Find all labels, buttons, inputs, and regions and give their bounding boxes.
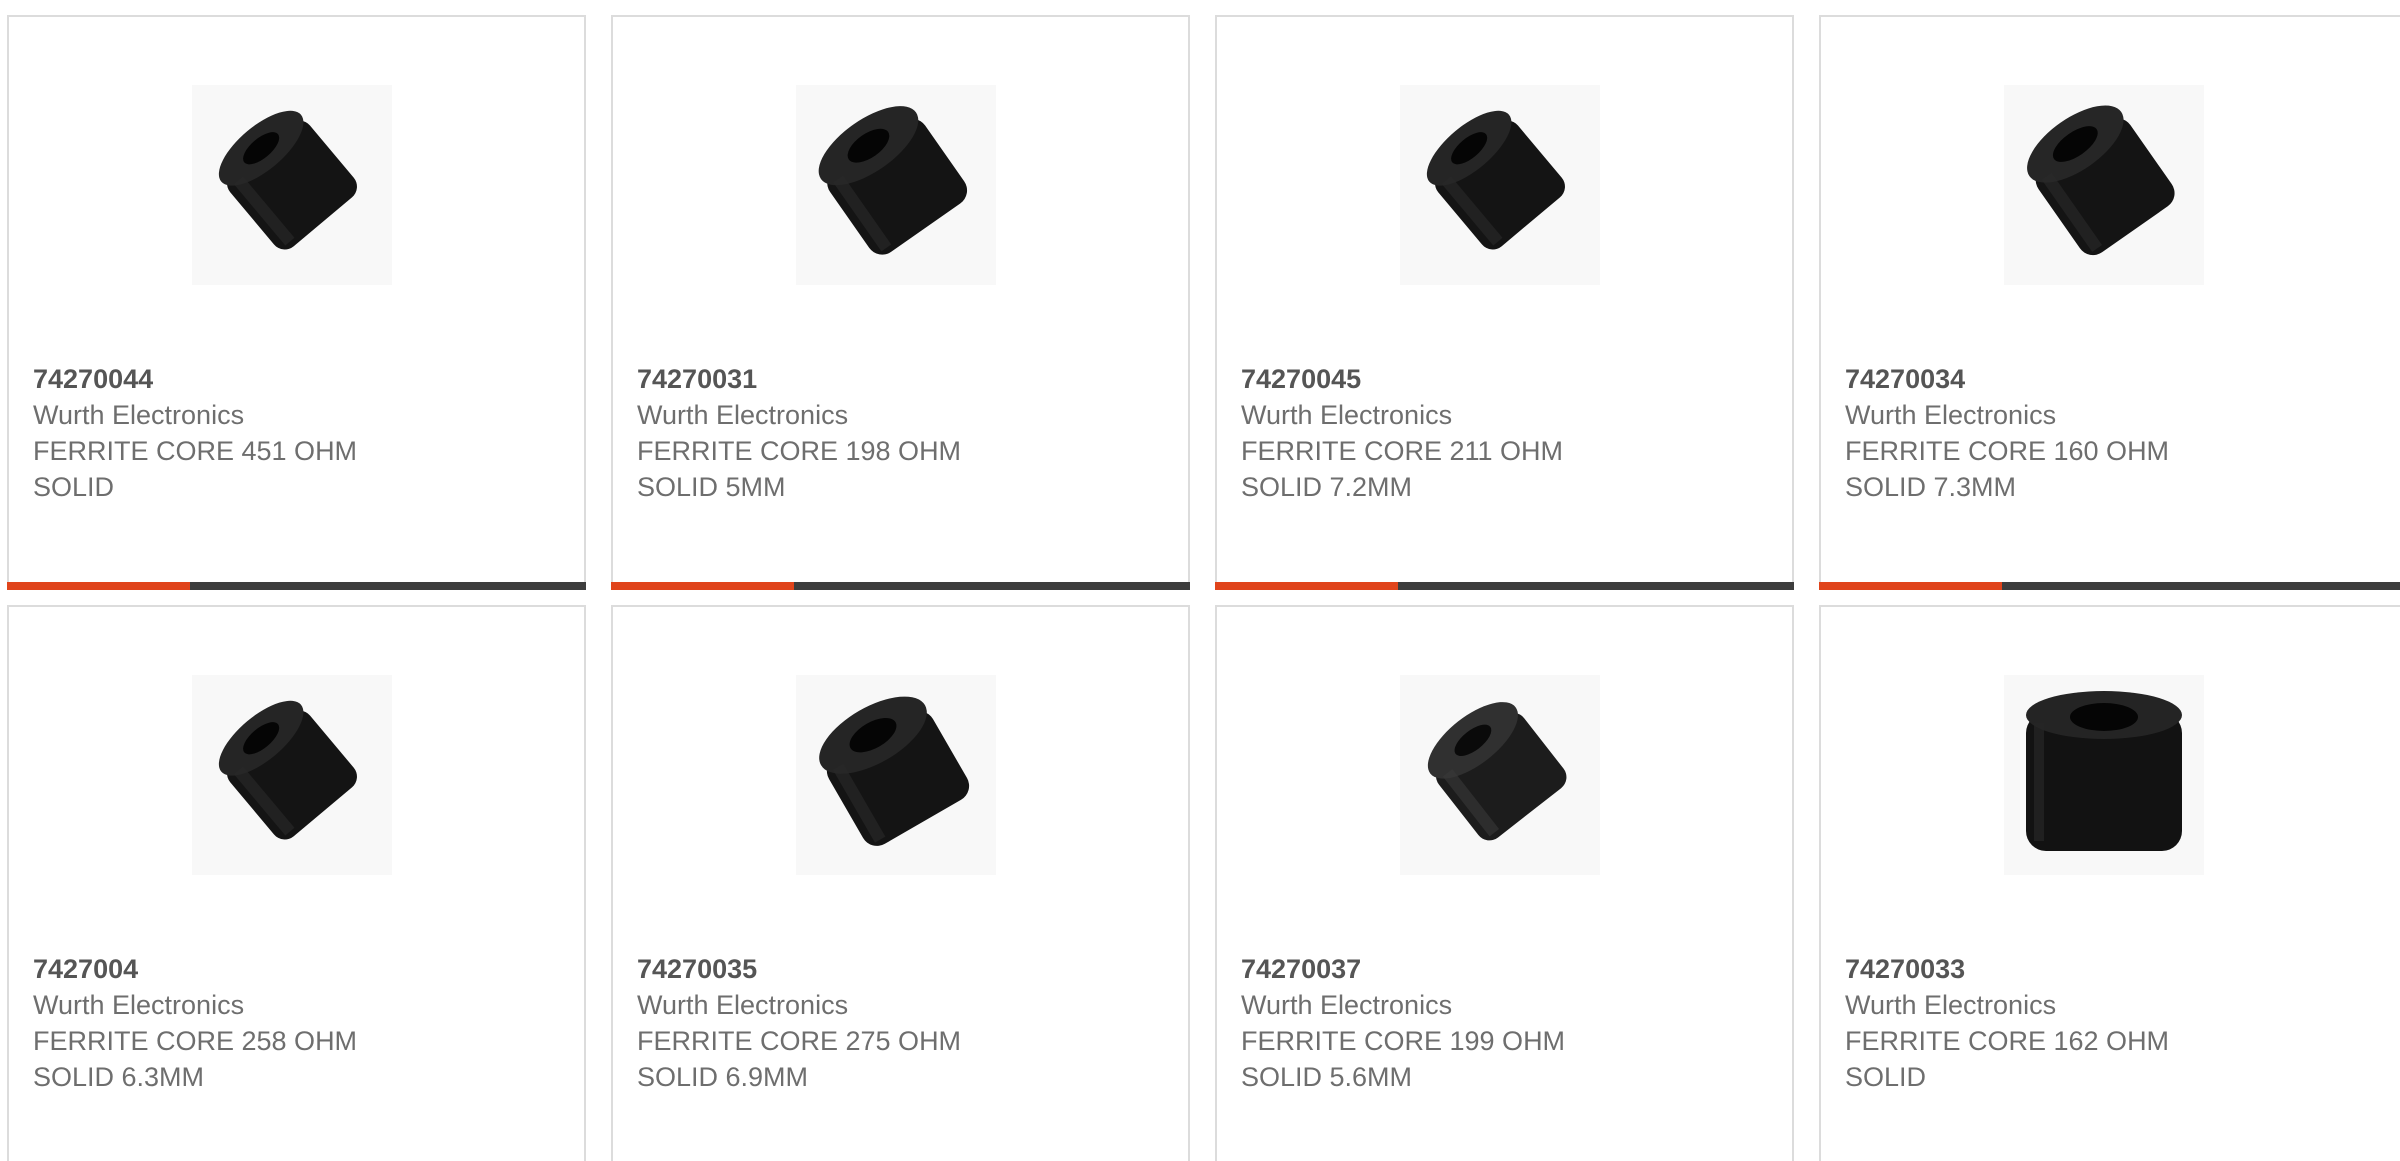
description-line1: FERRITE CORE 258 OHM (33, 1026, 358, 1056)
card-footer-bar (1215, 582, 1794, 590)
card-footer-bar (7, 582, 586, 590)
ferrite-core-icon (1400, 675, 1600, 875)
description-line2: SOLID 7.2MM (1241, 472, 1413, 502)
product-info: 74270044 Wurth Electronics FERRITE CORE … (33, 361, 357, 505)
description-line2: SOLID 5MM (637, 472, 786, 502)
accent-stripe (611, 582, 794, 590)
manufacturer: Wurth Electronics (33, 400, 245, 430)
product-info: 7427004 Wurth Electronics FERRITE CORE 2… (33, 951, 357, 1095)
product-info: 74270035 Wurth Electronics FERRITE CORE … (637, 951, 961, 1095)
description-line1: FERRITE CORE 160 OHM (1845, 436, 2170, 466)
description-line2: SOLID 6.3MM (33, 1062, 205, 1092)
product-card[interactable]: 74270031 Wurth Electronics FERRITE CORE … (611, 15, 1190, 590)
ferrite-core-icon (796, 675, 996, 875)
accent-stripe (1819, 582, 2002, 590)
product-card[interactable]: 7427004 Wurth Electronics FERRITE CORE 2… (7, 605, 586, 1161)
manufacturer: Wurth Electronics (637, 400, 849, 430)
ferrite-core-icon (192, 675, 392, 875)
manufacturer: Wurth Electronics (1845, 990, 2057, 1020)
card-footer-bar (611, 582, 1190, 590)
description-line1: FERRITE CORE 451 OHM (33, 436, 358, 466)
product-card[interactable]: 74270034 Wurth Electronics FERRITE CORE … (1819, 15, 2400, 590)
part-number[interactable]: 7427004 (33, 951, 357, 987)
product-info: 74270031 Wurth Electronics FERRITE CORE … (637, 361, 961, 505)
part-number[interactable]: 74270045 (1241, 361, 1563, 397)
product-card[interactable]: 74270037 Wurth Electronics FERRITE CORE … (1215, 605, 1794, 1161)
part-number[interactable]: 74270033 (1845, 951, 2169, 987)
ferrite-core-icon (2004, 85, 2204, 285)
description-line1: FERRITE CORE 162 OHM (1845, 1026, 2170, 1056)
product-card[interactable]: 74270044 Wurth Electronics FERRITE CORE … (7, 15, 586, 590)
part-number[interactable]: 74270031 (637, 361, 961, 397)
part-number[interactable]: 74270037 (1241, 951, 1565, 987)
product-card[interactable]: 74270045 Wurth Electronics FERRITE CORE … (1215, 15, 1794, 590)
product-grid: 74270044 Wurth Electronics FERRITE CORE … (0, 0, 2400, 1161)
ferrite-core-front-icon (2004, 675, 2204, 875)
manufacturer: Wurth Electronics (33, 990, 245, 1020)
description-line2: SOLID 5.6MM (1241, 1062, 1413, 1092)
part-number[interactable]: 74270035 (637, 951, 961, 987)
product-info: 74270045 Wurth Electronics FERRITE CORE … (1241, 361, 1563, 505)
manufacturer: Wurth Electronics (1241, 990, 1453, 1020)
part-number[interactable]: 74270044 (33, 361, 357, 397)
description-line1: FERRITE CORE 275 OHM (637, 1026, 962, 1056)
product-card[interactable]: 74270035 Wurth Electronics FERRITE CORE … (611, 605, 1190, 1161)
product-info: 74270034 Wurth Electronics FERRITE CORE … (1845, 361, 2169, 505)
product-card[interactable]: 74270033 Wurth Electronics FERRITE CORE … (1819, 605, 2400, 1161)
description-line2: SOLID 7.3MM (1845, 472, 2017, 502)
product-info: 74270037 Wurth Electronics FERRITE CORE … (1241, 951, 1565, 1095)
manufacturer: Wurth Electronics (1241, 400, 1453, 430)
manufacturer: Wurth Electronics (637, 990, 849, 1020)
description-line2: SOLID (33, 472, 115, 502)
ferrite-core-icon (796, 85, 996, 285)
accent-stripe (1215, 582, 1398, 590)
description-line2: SOLID (1845, 1062, 1927, 1092)
part-number[interactable]: 74270034 (1845, 361, 2169, 397)
manufacturer: Wurth Electronics (1845, 400, 2057, 430)
accent-stripe (7, 582, 190, 590)
product-info: 74270033 Wurth Electronics FERRITE CORE … (1845, 951, 2169, 1095)
ferrite-core-icon (1400, 85, 1600, 285)
description-line1: FERRITE CORE 211 OHM (1241, 436, 1564, 466)
card-footer-bar (1819, 582, 2400, 590)
ferrite-core-icon (192, 85, 392, 285)
description-line1: FERRITE CORE 198 OHM (637, 436, 962, 466)
description-line1: FERRITE CORE 199 OHM (1241, 1026, 1566, 1056)
description-line2: SOLID 6.9MM (637, 1062, 809, 1092)
